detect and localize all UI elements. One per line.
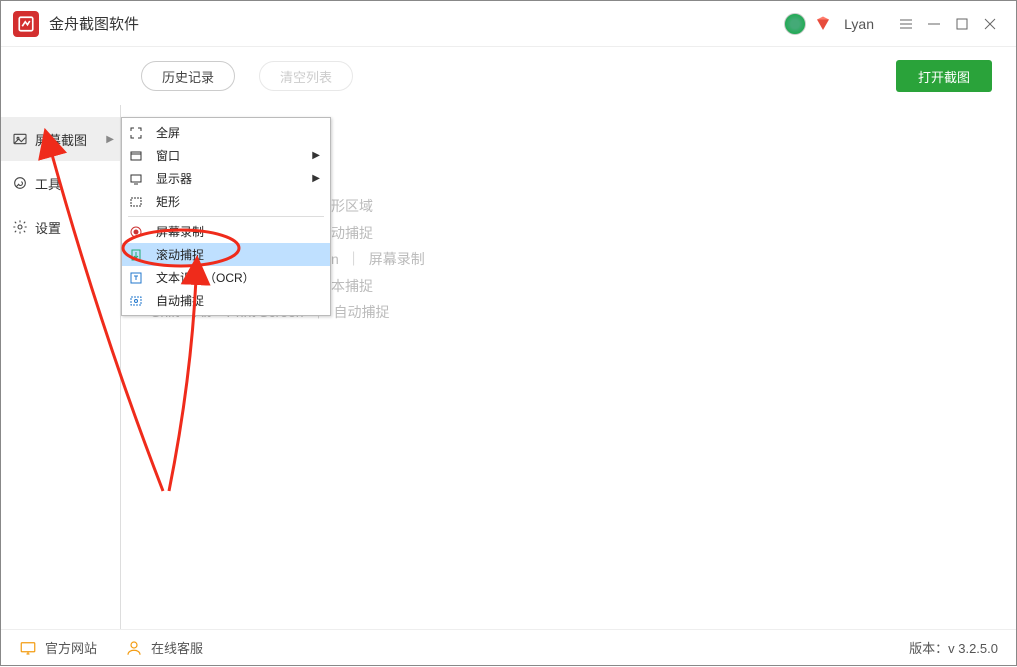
username-label[interactable]: Lyan [844,16,874,32]
clear-list-button: 清空列表 [259,61,353,91]
screenshot-submenu: 全屏 窗口 ▶ 显示器 ▶ 矩形 屏幕录制 滚动捕捉 文本识别（OCR） 自动捕… [121,117,331,316]
user-avatar[interactable] [784,13,806,35]
submenu-auto-capture[interactable]: 自动捕捉 [122,289,330,312]
sidebar-item-label: 设置 [35,218,61,237]
submenu-label: 窗口 [156,147,180,164]
diamond-icon[interactable] [814,15,832,33]
sidebar: 屏幕截图 ▶ 工具 设置 [1,105,121,629]
sidebar-item-label: 屏幕截图 [35,130,87,149]
footer: 官方网站 在线客服 版本：v 3.2.5.0 [1,629,1016,665]
version-label: 版本：v 3.2.5.0 [909,638,998,657]
submenu-label: 屏幕录制 [156,223,204,240]
submenu-fullscreen[interactable]: 全屏 [122,121,330,144]
app-logo [13,11,39,37]
minimize-button[interactable] [920,10,948,38]
chevron-right-icon: ▶ [312,150,320,161]
maximize-button[interactable] [948,10,976,38]
open-capture-button[interactable]: 打开截图 [896,60,992,92]
submenu-window[interactable]: 窗口 ▶ [122,144,330,167]
submenu-label: 显示器 [156,170,192,187]
wrench-icon [11,175,29,191]
chevron-right-icon: ▶ [106,134,114,145]
history-button[interactable]: 历史记录 [141,61,235,91]
official-site-link[interactable]: 官方网站 [19,638,97,657]
app-title: 金舟截图软件 [49,13,139,34]
menu-button[interactable] [892,10,920,38]
toolbar: 历史记录 清空列表 打开截图 [1,47,1016,105]
submenu-monitor[interactable]: 显示器 ▶ [122,167,330,190]
menu-separator [128,216,324,217]
window-icon [130,150,146,162]
rectangle-icon [130,196,146,208]
scroll-icon [130,249,146,261]
submenu-label: 自动捕捉 [156,292,204,309]
submenu-scroll-capture[interactable]: 滚动捕捉 [122,243,330,266]
chevron-right-icon: ▶ [312,173,320,184]
title-bar: 金舟截图软件 Lyan [1,1,1016,47]
submenu-label: 滚动捕捉 [156,246,204,263]
sidebar-item-screenshot[interactable]: 屏幕截图 ▶ [1,117,120,161]
submenu-label: 文本识别（OCR） [156,269,255,286]
fullscreen-icon [130,127,146,139]
record-icon [130,226,146,238]
gear-icon [11,219,29,235]
sidebar-item-label: 工具 [35,174,61,193]
submenu-rectangle[interactable]: 矩形 [122,190,330,213]
online-service-link[interactable]: 在线客服 [125,638,203,657]
auto-icon [130,295,146,307]
monitor-icon [130,173,146,185]
submenu-record[interactable]: 屏幕录制 [122,220,330,243]
sidebar-item-settings[interactable]: 设置 [1,205,120,249]
image-icon [11,131,29,147]
submenu-ocr[interactable]: 文本识别（OCR） [122,266,330,289]
text-icon [130,272,146,284]
submenu-label: 矩形 [156,193,180,210]
person-icon [125,639,143,657]
close-button[interactable] [976,10,1004,38]
sidebar-item-tools[interactable]: 工具 [1,161,120,205]
site-icon [19,639,37,657]
submenu-label: 全屏 [156,124,180,141]
